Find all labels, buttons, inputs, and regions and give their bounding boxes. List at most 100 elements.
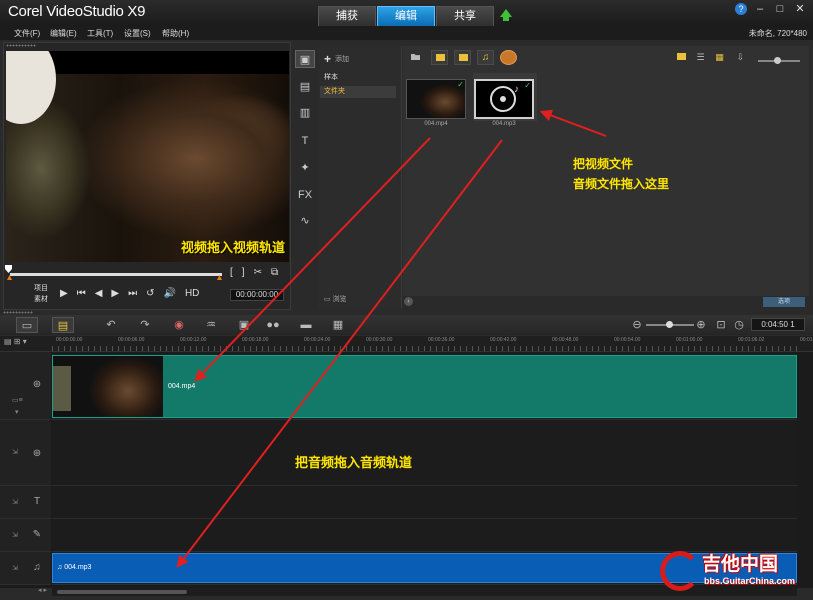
microphone-icon: ✎ [32, 529, 42, 540]
watermark-name: 吉他中国 [702, 554, 779, 575]
path-icon[interactable]: ∿ [295, 212, 315, 230]
media-icon[interactable]: ▣ [295, 50, 315, 68]
zoom-out-icon[interactable]: ⊖ [626, 317, 648, 333]
folder-icon[interactable] [407, 50, 424, 65]
go-to-end-icon[interactable]: ⏭ [128, 288, 137, 299]
menu-settings[interactable]: 设置(S) [124, 28, 151, 39]
tab-share[interactable]: 共享 [436, 6, 494, 26]
play-icon[interactable]: ▶ [60, 288, 68, 299]
timeline-view-icon[interactable]: ▤ [52, 317, 74, 333]
motion-tracking-icon[interactable]: ▣ [233, 317, 255, 333]
hd-button[interactable]: HD [185, 288, 199, 299]
volume-icon[interactable]: 🔊 [164, 288, 176, 299]
chevron-down-icon[interactable]: ▾ [15, 408, 19, 416]
mode-clip[interactable]: 素材 [34, 294, 48, 305]
trim-controls: [ ] ✂ ⧉ [230, 267, 278, 278]
video-preview[interactable]: 视频拖入视频轨道 [6, 51, 289, 262]
thumbnail-view-icon[interactable]: ▦ [711, 50, 728, 65]
ripple-icon[interactable]: ▭≡ [12, 396, 23, 404]
app-logo: Corel VideoStudio X9 [8, 3, 146, 20]
tab-capture[interactable]: 捕获 [318, 6, 376, 26]
track-header-video[interactable]: ⊛ ▭≡ ▾ [0, 352, 51, 420]
scrub-bar[interactable] [10, 273, 222, 276]
mark-in-button[interactable]: [ [230, 267, 233, 278]
project-duration[interactable]: 0:04:50 1 [751, 318, 805, 331]
list-view-icon[interactable] [673, 50, 690, 65]
storyboard-view-icon[interactable]: ▭ [16, 317, 38, 333]
track-manager-icon[interactable]: ▦ [327, 317, 349, 333]
help-icon[interactable]: ? [735, 3, 747, 15]
library-item-video[interactable]: ✓ [406, 79, 466, 119]
detail-view-icon[interactable]: ☰ [692, 50, 709, 65]
record-icon[interactable]: ◉ [168, 317, 190, 333]
go-to-start-icon[interactable]: ⏮ [77, 288, 86, 299]
timeline-zoom-slider[interactable] [646, 321, 694, 328]
transition-icon[interactable]: ▥ [295, 104, 315, 122]
graphic-icon[interactable]: ✦ [295, 159, 315, 177]
scrubber-handle[interactable] [5, 265, 12, 273]
library-item-label: 004.mp3 [492, 121, 516, 127]
redo-icon[interactable]: ↷ [134, 317, 156, 333]
scrollbar-thumb[interactable] [57, 590, 187, 594]
menu-tools[interactable]: 工具(T) [87, 28, 113, 39]
video-clip[interactable]: 004.mp4 [52, 355, 797, 418]
show-audio-icon[interactable]: ♫ [477, 50, 494, 65]
close-button[interactable]: ✕ [793, 2, 807, 16]
filter-icon[interactable]: FX [295, 186, 315, 204]
preview-mode-labels: 项目 素材 [34, 283, 48, 305]
maximize-button[interactable]: □ [773, 2, 787, 16]
instant-project-icon[interactable]: ▤ [295, 78, 315, 96]
timeline-ruler[interactable]: ▤ ⊞ ▾ 00:00:00.00 00:00:06.00 00:00:12.00 0… [0, 336, 813, 352]
mode-project[interactable]: 项目 [34, 283, 48, 294]
next-frame-icon[interactable]: ▶ [111, 288, 119, 299]
track-header-voice[interactable]: ⇲ ✎ [0, 519, 51, 552]
copy-icon[interactable]: ⧉ [271, 267, 278, 278]
undo-icon[interactable]: ↶ [100, 317, 122, 333]
show-photo-icon[interactable] [454, 50, 471, 65]
show-video-icon[interactable] [431, 50, 448, 65]
tree-item-samples[interactable]: 样本 [320, 72, 396, 84]
overlay-track[interactable] [52, 420, 797, 486]
menu-file[interactable]: 文件(F) [14, 28, 40, 39]
timeline-grip[interactable] [3, 311, 33, 314]
repeat-icon[interactable]: ↺ [146, 288, 154, 299]
track-header-icons[interactable]: ▤ ⊞ ▾ [4, 337, 27, 346]
subtitle-editor-icon[interactable]: ▬ [295, 317, 317, 333]
thumbnail-zoom-slider[interactable] [758, 57, 800, 64]
title-icon[interactable]: T [295, 132, 315, 150]
online-icon[interactable] [500, 50, 517, 65]
menu-help[interactable]: 帮助(H) [162, 28, 189, 39]
scroll-arrows[interactable]: ◂ ▸ [38, 586, 47, 594]
mark-out-button[interactable]: ] [242, 267, 245, 278]
voice-track[interactable] [52, 519, 797, 552]
link-icon[interactable]: ⇲ [12, 448, 18, 456]
split-icon[interactable]: ✂ [254, 267, 262, 278]
sort-icon[interactable]: ⇩ [732, 50, 749, 65]
previous-frame-icon[interactable]: ◀ [95, 288, 103, 299]
track-header-music[interactable]: ⇲ ♫ [0, 552, 51, 585]
track-header-overlay[interactable]: ⇲ ⊛ [0, 420, 51, 486]
sound-mixer-icon[interactable]: ♒ [200, 317, 222, 333]
options-button[interactable]: 选项 [763, 297, 805, 307]
link-icon[interactable]: ⇲ [12, 498, 18, 506]
add-folder-button[interactable]: + 添加 [324, 52, 349, 66]
link-icon[interactable]: ⇲ [12, 564, 18, 572]
track-header-title[interactable]: ⇲ T [0, 486, 51, 519]
library-status-bar: ‹ 选项 [403, 296, 809, 308]
library-item-audio[interactable]: ♪ ✓ [474, 79, 534, 119]
audio-clip-label: ♫ 004.mp3 [57, 564, 91, 571]
multi-camera-icon[interactable]: ●● [262, 317, 284, 333]
tree-item-folder[interactable]: 文件夹 [320, 86, 396, 98]
upload-icon[interactable] [500, 9, 512, 21]
collapse-icon[interactable]: ‹ [404, 297, 413, 306]
tab-edit[interactable]: 编辑 [377, 6, 435, 26]
link-icon[interactable]: ⇲ [12, 531, 18, 539]
menu-edit[interactable]: 编辑(E) [50, 28, 77, 39]
film-reel-icon: ⊛ [32, 379, 42, 390]
browse-button[interactable]: ▭ 浏览 [324, 294, 347, 304]
minimize-button[interactable]: – [753, 2, 767, 16]
title-track[interactable] [52, 486, 797, 519]
panel-grip[interactable] [6, 44, 36, 47]
preview-timecode[interactable]: 00:00:00:00 [230, 289, 284, 301]
zoom-in-icon[interactable]: ⊕ [690, 317, 712, 333]
